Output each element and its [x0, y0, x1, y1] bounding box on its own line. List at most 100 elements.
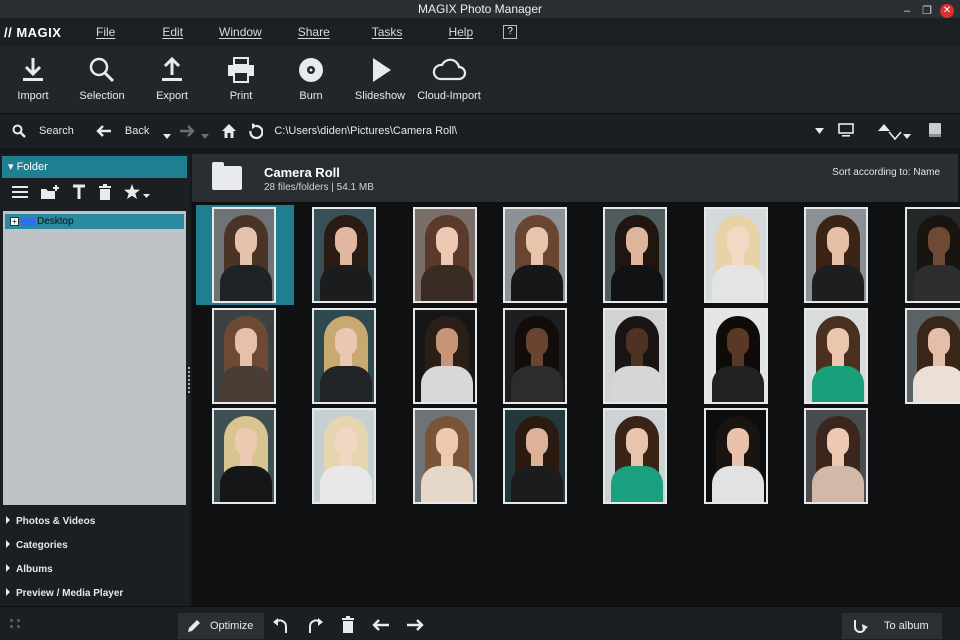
photo-thumbnail[interactable]	[804, 408, 868, 504]
menu-window[interactable]: Window	[219, 25, 262, 39]
photo-thumbnail[interactable]	[312, 207, 376, 303]
refresh-icon[interactable]	[249, 122, 264, 140]
print-button[interactable]: Print	[206, 56, 276, 102]
photo-thumbnail[interactable]	[905, 207, 960, 303]
previous-arrow-icon[interactable]	[372, 619, 390, 631]
photo-thumbnail[interactable]	[603, 408, 667, 504]
menu-share[interactable]: Share	[298, 25, 330, 39]
panel-splitter[interactable]	[188, 365, 191, 395]
photo-thumbnail[interactable]	[212, 308, 276, 404]
magix-logo: // MAGIX	[4, 24, 62, 40]
search-icon[interactable]	[12, 124, 26, 138]
menu-help[interactable]: Help	[448, 25, 473, 39]
photo-thumbnail[interactable]	[905, 308, 960, 404]
rotate-left-icon[interactable]	[272, 616, 290, 634]
photo-thumbnail[interactable]	[212, 207, 276, 303]
rotate-right-icon[interactable]	[306, 616, 324, 634]
expand-icon[interactable]: +	[10, 217, 19, 226]
cloud-import-button[interactable]: Cloud-Import	[414, 56, 484, 102]
menu-tasks[interactable]: Tasks	[372, 25, 403, 39]
export-button[interactable]: Export	[137, 56, 207, 102]
section-albums[interactable]: Albums	[6, 564, 53, 575]
photo-thumbnail[interactable]	[704, 308, 768, 404]
menu-file[interactable]: File	[96, 25, 115, 39]
photo-thumbnail[interactable]	[413, 207, 477, 303]
to-album-button[interactable]: To album	[842, 613, 942, 639]
book-icon[interactable]	[928, 122, 942, 138]
photo-thumbnail[interactable]	[312, 408, 376, 504]
section-categories[interactable]: Categories	[6, 540, 68, 551]
content-header: Camera Roll 28 files/folders | 54.1 MB S…	[192, 154, 958, 202]
magnifier-icon	[89, 57, 115, 83]
photo-thumbnail[interactable]	[804, 308, 868, 404]
photo-thumbnail[interactable]	[503, 308, 567, 404]
back-label[interactable]: Back	[125, 125, 149, 137]
rename-icon[interactable]	[72, 184, 86, 200]
forward-arrow-icon[interactable]	[179, 125, 196, 137]
section-preview-media-player[interactable]: Preview / Media Player	[6, 588, 123, 599]
section-photos-videos[interactable]: Photos & Videos	[6, 516, 95, 527]
trash-icon[interactable]	[98, 184, 112, 200]
photo-thumbnail[interactable]	[413, 308, 477, 404]
selection-button[interactable]: Selection	[67, 56, 137, 102]
photo-thumbnail[interactable]	[212, 408, 276, 504]
selection-label: Selection	[79, 90, 125, 102]
to-album-arrow-icon	[854, 620, 868, 633]
tree-item-label: Desktop	[37, 216, 74, 227]
photo-thumbnail[interactable]	[704, 207, 768, 303]
import-label: Import	[17, 90, 49, 102]
photo-thumbnail[interactable]	[603, 308, 667, 404]
folder-icon	[212, 162, 242, 190]
list-menu-icon[interactable]	[12, 185, 28, 199]
import-button[interactable]: Import	[0, 56, 68, 102]
disc-icon	[299, 58, 323, 82]
grip-icon	[10, 619, 21, 628]
folder-panel-header[interactable]: ▾ Folder	[2, 156, 187, 178]
to-album-label: To album	[884, 620, 929, 632]
search-label[interactable]: Search	[39, 125, 74, 137]
folder-title: Camera Roll	[264, 165, 340, 180]
expand-triangle-icon	[6, 588, 10, 596]
burn-label: Burn	[299, 90, 323, 102]
help-icon[interactable]: ?	[503, 25, 518, 39]
path-field[interactable]: C:\Users\diden\Pictures\Camera Roll\	[274, 125, 457, 137]
window-title: MAGIX Photo Manager	[417, 2, 543, 16]
title-bar: MAGIX Photo Manager – ❐ ✕	[0, 0, 960, 18]
folder-tools	[12, 184, 150, 200]
back-arrow-icon[interactable]	[96, 125, 112, 137]
photo-thumbnail[interactable]	[503, 408, 567, 504]
sort-selector[interactable]: Sort according to: Name	[832, 167, 940, 178]
collapse-triangle-icon: ▾	[8, 161, 17, 173]
home-icon[interactable]	[221, 123, 237, 139]
photo-thumbnail[interactable]	[503, 207, 567, 303]
next-arrow-icon[interactable]	[406, 619, 424, 631]
photo-thumbnail[interactable]	[413, 408, 477, 504]
section-label: Preview / Media Player	[16, 588, 124, 599]
folder-header-label: Folder	[16, 161, 48, 173]
delete-icon[interactable]	[341, 616, 355, 633]
tree-item-desktop[interactable]: + Desktop	[5, 214, 184, 229]
main-toolbar: Import Selection Export Print Burn Slide…	[0, 46, 960, 114]
optimize-label: Optimize	[210, 620, 254, 632]
slideshow-button[interactable]: Slideshow	[345, 56, 415, 102]
play-icon	[373, 58, 391, 82]
photo-thumbnail[interactable]	[704, 408, 768, 504]
back-dropdown-icon[interactable]	[163, 134, 172, 140]
photo-thumbnail[interactable]	[312, 308, 376, 404]
optimize-button[interactable]: Optimize	[178, 613, 264, 639]
navigation-bar: Search Back C:\Users\diden\Pictures\Came…	[0, 114, 960, 148]
section-label: Photos & Videos	[16, 516, 96, 527]
menu-edit[interactable]: Edit	[162, 25, 183, 39]
printer-icon	[228, 57, 254, 83]
photo-thumbnail[interactable]	[804, 207, 868, 303]
favorite-star-icon[interactable]	[124, 184, 150, 200]
path-dropdown-icon[interactable]	[815, 128, 824, 134]
close-button[interactable]: ✕	[940, 4, 954, 18]
forward-dropdown-icon[interactable]	[201, 134, 210, 140]
photo-thumbnail[interactable]	[603, 207, 667, 303]
burn-button[interactable]: Burn	[276, 56, 346, 102]
expand-triangle-icon	[6, 516, 10, 524]
monitor-icon[interactable]	[838, 123, 854, 137]
new-folder-icon[interactable]	[40, 184, 60, 200]
sort-order-icon[interactable]	[877, 122, 911, 140]
